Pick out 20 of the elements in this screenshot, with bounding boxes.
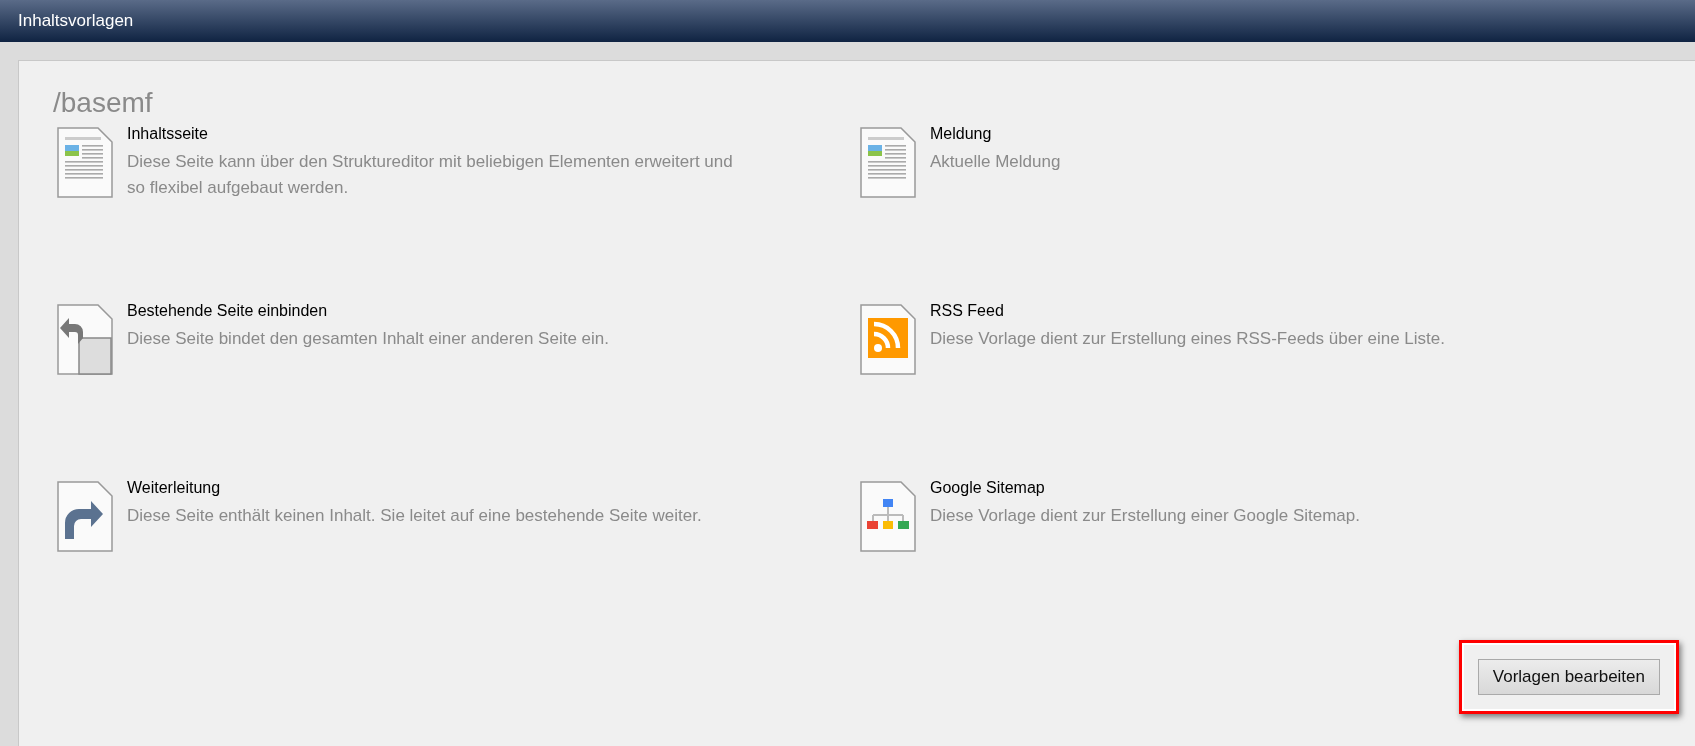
sitemap-icon — [858, 479, 918, 555]
folder-path: /basemf — [53, 87, 154, 119]
document-icon — [55, 125, 115, 201]
template-title[interactable]: Bestehende Seite einbinden — [127, 302, 747, 320]
edit-templates-button[interactable]: Vorlagen bearbeiten — [1477, 659, 1660, 695]
document-icon — [858, 125, 918, 201]
template-title[interactable]: RSS Feed — [930, 302, 1550, 320]
window-title: Inhaltsvorlagen — [18, 11, 134, 31]
template-description: Diese Vorlage dient zur Erstellung einer Google Sitemap. — [930, 505, 1361, 527]
template-description: Diese Vorlage dient zur Erstellung eines RSS-Feeds über eine Liste. — [930, 328, 1446, 350]
template-title[interactable]: Weiterleitung — [127, 479, 747, 497]
template-title[interactable]: Inhaltsseite — [127, 125, 747, 143]
template-title[interactable]: Meldung — [930, 125, 1550, 143]
page-copy-icon — [55, 302, 115, 378]
template-title[interactable]: Google Sitemap — [930, 479, 1550, 497]
template-description: Diese Seite bindet den gesamten Inhalt einer anderen Seite ein. — [127, 328, 610, 350]
template-description: Aktuelle Meldung — [930, 151, 1062, 173]
rss-icon — [858, 302, 918, 378]
template-description: Diese Seite enthält keinen Inhalt. Sie leitet auf eine bestehende Seite weiter. — [127, 505, 703, 527]
template-description: Diese Seite kann über den Struktureditor mit beliebigen Elementen erweitert und so flexibel aufgebaut werden. — [127, 151, 734, 199]
